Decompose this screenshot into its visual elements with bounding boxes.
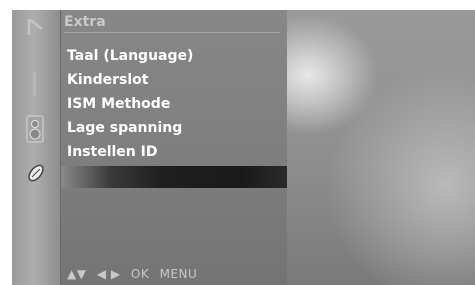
menu-list: Taal (Language) Kinderslot ISM Methode L…: [67, 44, 193, 164]
ok-hint: OK: [130, 267, 150, 281]
menu-item-low-power[interactable]: Lage spanning: [67, 116, 193, 140]
background-area: [286, 10, 475, 285]
menu-hint: MENU: [159, 267, 198, 281]
input-icon[interactable]: [24, 16, 48, 38]
category-strip: [12, 10, 60, 285]
menu-item-set-id[interactable]: Instellen ID: [67, 140, 193, 164]
updown-arrows-icon: ▲▼: [67, 267, 87, 281]
menu-item-child-lock[interactable]: Kinderslot: [67, 68, 193, 92]
special-icon[interactable]: [24, 162, 48, 184]
menu-item-ism-method[interactable]: ISM Methode: [67, 92, 193, 116]
menu-item-language[interactable]: Taal (Language): [67, 44, 193, 68]
selection-highlight: [61, 166, 287, 188]
audio-icon[interactable]: [24, 114, 48, 144]
extra-menu-panel: Extra Taal (Language) Kinderslot ISM Met…: [60, 10, 287, 285]
navigation-hint-bar: ▲▼ ◀ ▶ OK MENU: [67, 264, 203, 284]
menu-title: Extra: [64, 12, 280, 33]
tv-screen: Extra Taal (Language) Kinderslot ISM Met…: [12, 10, 475, 285]
picture-icon[interactable]: [24, 70, 48, 100]
leftright-arrows-icon: ◀ ▶: [96, 267, 121, 281]
